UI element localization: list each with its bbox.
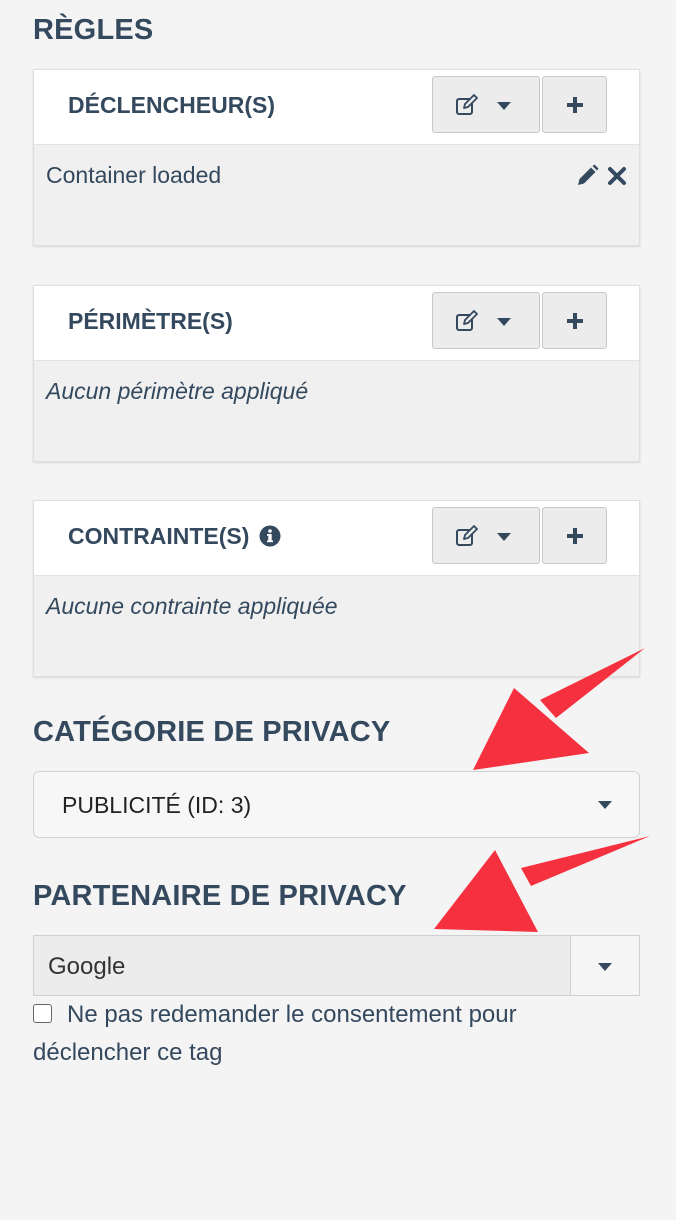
scopes-edit-dropdown-button[interactable] — [432, 292, 540, 349]
trigger-item-label: Container loaded — [46, 162, 222, 188]
plus-icon — [567, 97, 583, 113]
constraints-edit-dropdown-button[interactable] — [432, 507, 540, 564]
privacy-category-select[interactable]: PUBLICITÉ (ID: 3) — [33, 771, 640, 838]
scopes-empty-text: Aucun périmètre appliqué — [46, 378, 309, 404]
triggers-edit-dropdown-button[interactable] — [432, 76, 540, 133]
constraints-title: CONTRAINTE(S) — [68, 523, 250, 549]
info-icon[interactable] — [259, 525, 281, 547]
privacy-category-heading: CATÉGORIE DE PRIVACY — [33, 716, 391, 748]
caret-down-icon — [598, 801, 612, 809]
privacy-partner-value: Google — [48, 953, 126, 980]
privacy-partner-heading: PARTENAIRE DE PRIVACY — [33, 880, 407, 912]
privacy-partner-combobox[interactable]: Google — [33, 935, 640, 996]
triggers-card: DÉCLENCHEUR(S) Container loaded — [33, 69, 640, 246]
privacy-category-value: PUBLICITÉ (ID: 3) — [62, 792, 252, 818]
scopes-card: PÉRIMÈTRE(S) Aucun périmètre appliqué — [33, 285, 640, 462]
caret-down-icon — [497, 318, 511, 326]
rules-heading: RÈGLES — [33, 14, 154, 46]
rules-panel: RÈGLES DÉCLENCHEUR(S) Container loaded P… — [0, 0, 676, 1220]
trigger-item-actions — [575, 162, 627, 190]
right-gutter — [676, 0, 700, 1220]
triggers-card-header: DÉCLENCHEUR(S) — [34, 70, 639, 145]
scopes-card-header: PÉRIMÈTRE(S) — [34, 286, 639, 361]
delete-x-icon[interactable] — [607, 166, 627, 186]
edit-icon — [456, 525, 478, 546]
constraints-add-button[interactable] — [542, 507, 607, 564]
consent-checkbox-label[interactable]: Ne pas redemander le consentement pour d… — [33, 996, 593, 1072]
scopes-title: PÉRIMÈTRE(S) — [68, 308, 233, 334]
privacy-partner-dropdown-button[interactable] — [571, 936, 639, 995]
edit-icon — [456, 94, 478, 115]
triggers-title: DÉCLENCHEUR(S) — [68, 92, 275, 118]
caret-down-icon — [598, 963, 612, 971]
constraints-title-wrap: CONTRAINTE(S) — [68, 523, 281, 550]
constraints-card-header: CONTRAINTE(S) — [34, 501, 639, 576]
triggers-add-button[interactable] — [542, 76, 607, 133]
edit-icon — [456, 310, 478, 331]
caret-down-icon — [497, 102, 511, 110]
pencil-icon[interactable] — [575, 164, 599, 188]
plus-icon — [567, 528, 583, 544]
plus-icon — [567, 313, 583, 329]
scopes-add-button[interactable] — [542, 292, 607, 349]
constraints-empty-text: Aucune contrainte appliquée — [46, 593, 338, 619]
constraints-card: CONTRAINTE(S) Aucune contrainte appliqué… — [33, 500, 640, 677]
caret-down-icon — [497, 533, 511, 541]
